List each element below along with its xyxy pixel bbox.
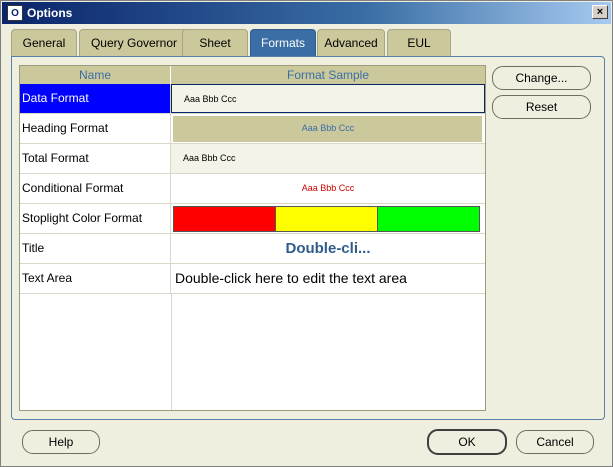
stoplight-green-swatch	[378, 207, 479, 231]
formats-grid[interactable]: Name Format Sample Data Format Aaa Bbb C…	[19, 65, 486, 411]
table-row[interactable]: Conditional Format Aaa Bbb Ccc	[20, 174, 485, 204]
row-name-heading-format[interactable]: Heading Format	[20, 114, 171, 143]
row-name-text-area[interactable]: Text Area	[20, 264, 171, 293]
row-name-data-format[interactable]: Data Format	[20, 84, 171, 113]
sample-text: Double-click here to edit the text area	[175, 270, 407, 286]
tab-general[interactable]: General	[11, 29, 77, 56]
row-sample-heading-format[interactable]: Aaa Bbb Ccc	[171, 114, 485, 143]
tab-query-governor[interactable]: Query Governor	[79, 29, 189, 56]
row-sample-text-area[interactable]: Double-click here to edit the text area	[171, 264, 485, 293]
sample-text: Double-cli...	[285, 240, 371, 257]
reset-button[interactable]: Reset	[492, 95, 591, 119]
stoplight-yellow-swatch	[276, 207, 378, 231]
options-dialog: O Options × General Query Governor Sheet…	[0, 0, 613, 467]
tab-sheet[interactable]: Sheet	[182, 29, 248, 56]
row-sample-data-format[interactable]: Aaa Bbb Ccc	[171, 84, 485, 113]
sample-text: Aaa Bbb Ccc	[183, 153, 236, 163]
stoplight-swatches	[173, 206, 480, 232]
column-header-name[interactable]: Name	[20, 66, 171, 84]
column-divider	[171, 294, 172, 410]
sample-text: Aaa Bbb Ccc	[301, 123, 355, 133]
table-row[interactable]: Text Area Double-click here to edit the …	[20, 264, 485, 294]
stoplight-red-swatch	[174, 207, 276, 231]
table-row[interactable]: Data Format Aaa Bbb Ccc	[20, 84, 485, 114]
change-button[interactable]: Change...	[492, 66, 591, 90]
table-row[interactable]: Stoplight Color Format	[20, 204, 485, 234]
tab-formats[interactable]: Formats	[250, 29, 316, 56]
app-icon: O	[7, 5, 23, 21]
tab-advanced[interactable]: Advanced	[317, 29, 385, 56]
tab-eul[interactable]: EUL	[387, 29, 451, 56]
table-row[interactable]: Title Double-cli...	[20, 234, 485, 264]
row-sample-total-format[interactable]: Aaa Bbb Ccc	[171, 144, 485, 173]
row-name-conditional-format[interactable]: Conditional Format	[20, 174, 171, 203]
row-name-title[interactable]: Title	[20, 234, 171, 263]
help-button[interactable]: Help	[22, 430, 100, 454]
column-header-format-sample[interactable]: Format Sample	[171, 66, 485, 84]
window-title: Options	[27, 6, 73, 20]
table-row[interactable]: Heading Format Aaa Bbb Ccc	[20, 114, 485, 144]
row-name-stoplight-color-format[interactable]: Stoplight Color Format	[20, 204, 171, 233]
row-sample-title[interactable]: Double-cli...	[171, 234, 485, 263]
grid-header: Name Format Sample	[20, 66, 485, 84]
close-icon[interactable]: ×	[592, 5, 608, 19]
row-sample-conditional-format[interactable]: Aaa Bbb Ccc	[171, 174, 485, 203]
table-row[interactable]: Total Format Aaa Bbb Ccc	[20, 144, 485, 174]
ok-button[interactable]: OK	[427, 429, 507, 455]
row-name-total-format[interactable]: Total Format	[20, 144, 171, 173]
sample-text: Aaa Bbb Ccc	[301, 183, 355, 193]
title-bar[interactable]: O Options ×	[2, 2, 611, 24]
row-sample-stoplight-color-format[interactable]	[171, 204, 485, 233]
cancel-button[interactable]: Cancel	[516, 430, 594, 454]
sample-text: Aaa Bbb Ccc	[184, 94, 237, 104]
